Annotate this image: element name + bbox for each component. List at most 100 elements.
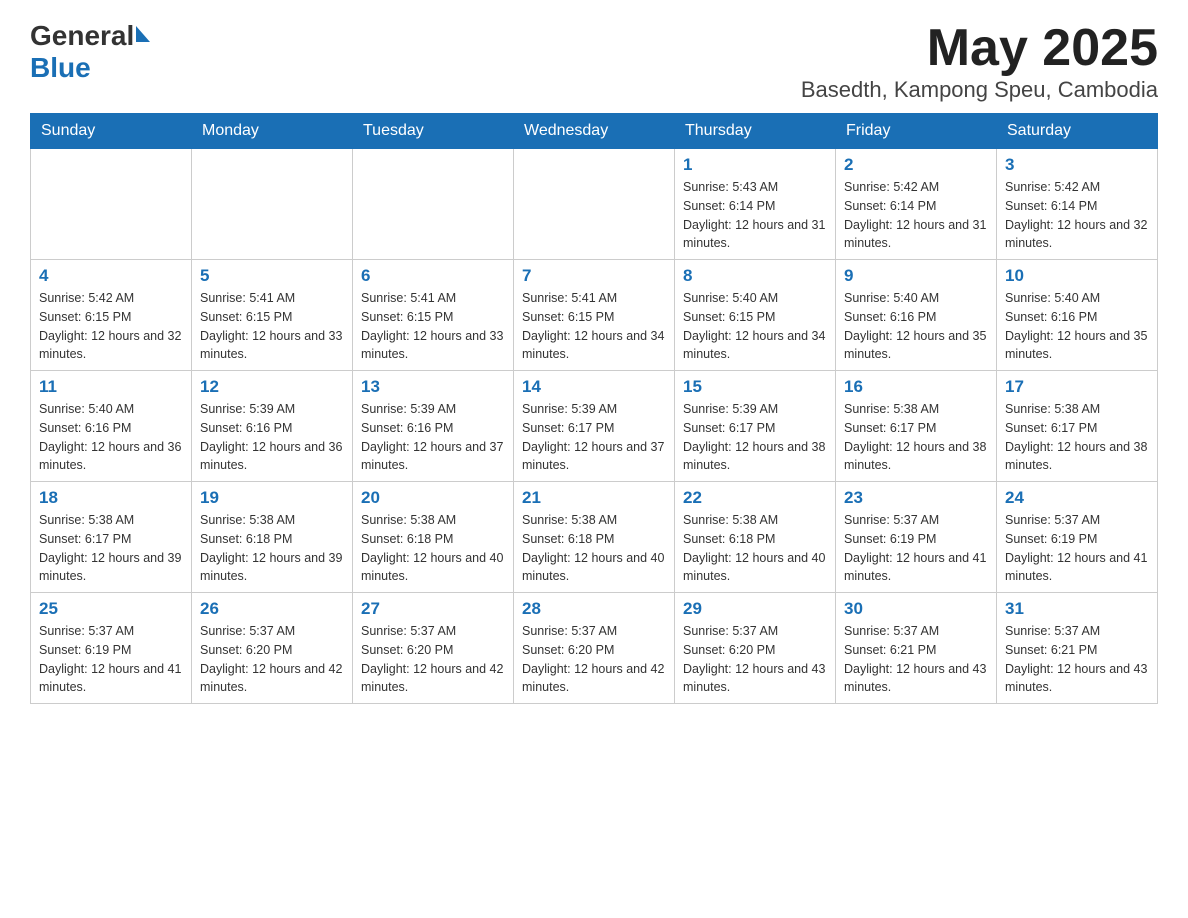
day-cell-10: 10 Sunrise: 5:40 AM Sunset: 6:16 PM Dayli… [997,260,1158,371]
day-info: Sunrise: 5:43 AM Sunset: 6:14 PM Dayligh… [683,180,825,250]
day-cell-26: 26Sunrise: 5:37 AM Sunset: 6:20 PM Dayli… [192,593,353,704]
day-number: 26 [200,599,344,619]
day-number: 28 [522,599,666,619]
day-cell-17: 17 Sunrise: 5:38 AM Sunset: 6:17 PM Dayli… [997,371,1158,482]
day-cell-23: 23Sunrise: 5:37 AM Sunset: 6:19 PM Dayli… [836,482,997,593]
calendar-table: SundayMondayTuesdayWednesdayThursdayFrid… [30,113,1158,704]
day-number: 17 [1005,377,1149,397]
weekday-header-friday: Friday [836,114,997,149]
day-number: 2 [844,155,988,175]
weekday-header-wednesday: Wednesday [514,114,675,149]
day-cell-21: 21 Sunrise: 5:38 AM Sunset: 6:18 PM Dayli… [514,482,675,593]
day-number: 3 [1005,155,1149,175]
week-row-5: 25 Sunrise: 5:37 AM Sunset: 6:19 PM Dayli… [31,593,1158,704]
day-info: Sunrise: 5:39 AM Sunset: 6:17 PM Dayligh… [683,402,825,472]
day-cell-7: 7 Sunrise: 5:41 AM Sunset: 6:15 PM Daylig… [514,260,675,371]
day-cell-9: 9Sunrise: 5:40 AM Sunset: 6:16 PM Daylig… [836,260,997,371]
day-number: 19 [200,488,344,508]
day-info: Sunrise: 5:37 AM Sunset: 6:19 PM Dayligh… [39,624,181,694]
logo: General Blue [30,20,150,84]
day-cell-25: 25 Sunrise: 5:37 AM Sunset: 6:19 PM Dayli… [31,593,192,704]
day-cell-27: 27Sunrise: 5:37 AM Sunset: 6:20 PM Dayli… [353,593,514,704]
logo-general: General [30,20,134,52]
week-row-3: 11 Sunrise: 5:40 AM Sunset: 6:16 PM Dayli… [31,371,1158,482]
day-info: Sunrise: 5:38 AM Sunset: 6:17 PM Dayligh… [844,402,986,472]
day-info: Sunrise: 5:41 AM Sunset: 6:15 PM Dayligh… [200,291,342,361]
day-number: 29 [683,599,827,619]
day-cell-28: 28 Sunrise: 5:37 AM Sunset: 6:20 PM Dayli… [514,593,675,704]
day-number: 30 [844,599,988,619]
day-info: Sunrise: 5:37 AM Sunset: 6:20 PM Dayligh… [361,624,503,694]
day-number: 20 [361,488,505,508]
weekday-header-tuesday: Tuesday [353,114,514,149]
day-cell-22: 22Sunrise: 5:38 AM Sunset: 6:18 PM Dayli… [675,482,836,593]
day-info: Sunrise: 5:38 AM Sunset: 6:17 PM Dayligh… [1005,402,1147,472]
day-cell-4: 4 Sunrise: 5:42 AM Sunset: 6:15 PM Daylig… [31,260,192,371]
title-container: May 2025 Basedth, Kampong Speu, Cambodia [801,20,1158,103]
day-cell-24: 24 Sunrise: 5:37 AM Sunset: 6:19 PM Dayli… [997,482,1158,593]
day-info: Sunrise: 5:37 AM Sunset: 6:21 PM Dayligh… [1005,624,1147,694]
day-number: 5 [200,266,344,286]
week-row-1: 1 Sunrise: 5:43 AM Sunset: 6:14 PM Daylig… [31,149,1158,260]
empty-cell [31,149,192,260]
weekday-header-sunday: Sunday [31,114,192,149]
week-row-4: 18Sunrise: 5:38 AM Sunset: 6:17 PM Dayli… [31,482,1158,593]
empty-cell [192,149,353,260]
day-info: Sunrise: 5:37 AM Sunset: 6:19 PM Dayligh… [1005,513,1147,583]
calendar-header-row: SundayMondayTuesdayWednesdayThursdayFrid… [31,114,1158,149]
day-info: Sunrise: 5:41 AM Sunset: 6:15 PM Dayligh… [361,291,503,361]
day-number: 7 [522,266,666,286]
day-info: Sunrise: 5:42 AM Sunset: 6:15 PM Dayligh… [39,291,181,361]
day-info: Sunrise: 5:42 AM Sunset: 6:14 PM Dayligh… [1005,180,1147,250]
page-header: General Blue May 2025 Basedth, Kampong S… [30,20,1158,103]
day-info: Sunrise: 5:41 AM Sunset: 6:15 PM Dayligh… [522,291,664,361]
day-number: 21 [522,488,666,508]
day-number: 4 [39,266,183,286]
day-cell-12: 12 Sunrise: 5:39 AM Sunset: 6:16 PM Dayli… [192,371,353,482]
day-cell-18: 18Sunrise: 5:38 AM Sunset: 6:17 PM Dayli… [31,482,192,593]
weekday-header-saturday: Saturday [997,114,1158,149]
empty-cell [514,149,675,260]
day-cell-13: 13Sunrise: 5:39 AM Sunset: 6:16 PM Dayli… [353,371,514,482]
day-cell-3: 3 Sunrise: 5:42 AM Sunset: 6:14 PM Daylig… [997,149,1158,260]
logo-blue: Blue [30,52,91,84]
day-number: 31 [1005,599,1149,619]
day-cell-5: 5 Sunrise: 5:41 AM Sunset: 6:15 PM Daylig… [192,260,353,371]
day-info: Sunrise: 5:40 AM Sunset: 6:16 PM Dayligh… [844,291,986,361]
day-info: Sunrise: 5:39 AM Sunset: 6:16 PM Dayligh… [200,402,342,472]
day-cell-14: 14Sunrise: 5:39 AM Sunset: 6:17 PM Dayli… [514,371,675,482]
day-cell-19: 19 Sunrise: 5:38 AM Sunset: 6:18 PM Dayli… [192,482,353,593]
day-cell-29: 29 Sunrise: 5:37 AM Sunset: 6:20 PM Dayli… [675,593,836,704]
day-cell-30: 30Sunrise: 5:37 AM Sunset: 6:21 PM Dayli… [836,593,997,704]
day-number: 16 [844,377,988,397]
day-number: 6 [361,266,505,286]
day-number: 12 [200,377,344,397]
day-number: 11 [39,377,183,397]
day-cell-15: 15Sunrise: 5:39 AM Sunset: 6:17 PM Dayli… [675,371,836,482]
day-cell-1: 1 Sunrise: 5:43 AM Sunset: 6:14 PM Daylig… [675,149,836,260]
day-info: Sunrise: 5:39 AM Sunset: 6:17 PM Dayligh… [522,402,664,472]
day-info: Sunrise: 5:40 AM Sunset: 6:16 PM Dayligh… [1005,291,1147,361]
month-title: May 2025 [801,20,1158,77]
day-info: Sunrise: 5:40 AM Sunset: 6:16 PM Dayligh… [39,402,181,472]
day-info: Sunrise: 5:38 AM Sunset: 6:18 PM Dayligh… [522,513,664,583]
day-number: 22 [683,488,827,508]
day-info: Sunrise: 5:37 AM Sunset: 6:20 PM Dayligh… [522,624,664,694]
weekday-header-monday: Monday [192,114,353,149]
day-cell-8: 8Sunrise: 5:40 AM Sunset: 6:15 PM Daylig… [675,260,836,371]
week-row-2: 4 Sunrise: 5:42 AM Sunset: 6:15 PM Daylig… [31,260,1158,371]
day-number: 1 [683,155,827,175]
day-number: 8 [683,266,827,286]
day-cell-6: 6 Sunrise: 5:41 AM Sunset: 6:15 PM Daylig… [353,260,514,371]
day-number: 24 [1005,488,1149,508]
day-number: 18 [39,488,183,508]
day-number: 25 [39,599,183,619]
day-info: Sunrise: 5:37 AM Sunset: 6:20 PM Dayligh… [683,624,825,694]
day-number: 13 [361,377,505,397]
day-cell-16: 16 Sunrise: 5:38 AM Sunset: 6:17 PM Dayli… [836,371,997,482]
day-info: Sunrise: 5:38 AM Sunset: 6:18 PM Dayligh… [200,513,342,583]
day-cell-11: 11 Sunrise: 5:40 AM Sunset: 6:16 PM Dayli… [31,371,192,482]
day-info: Sunrise: 5:37 AM Sunset: 6:19 PM Dayligh… [844,513,986,583]
location-title: Basedth, Kampong Speu, Cambodia [801,77,1158,103]
day-number: 10 [1005,266,1149,286]
